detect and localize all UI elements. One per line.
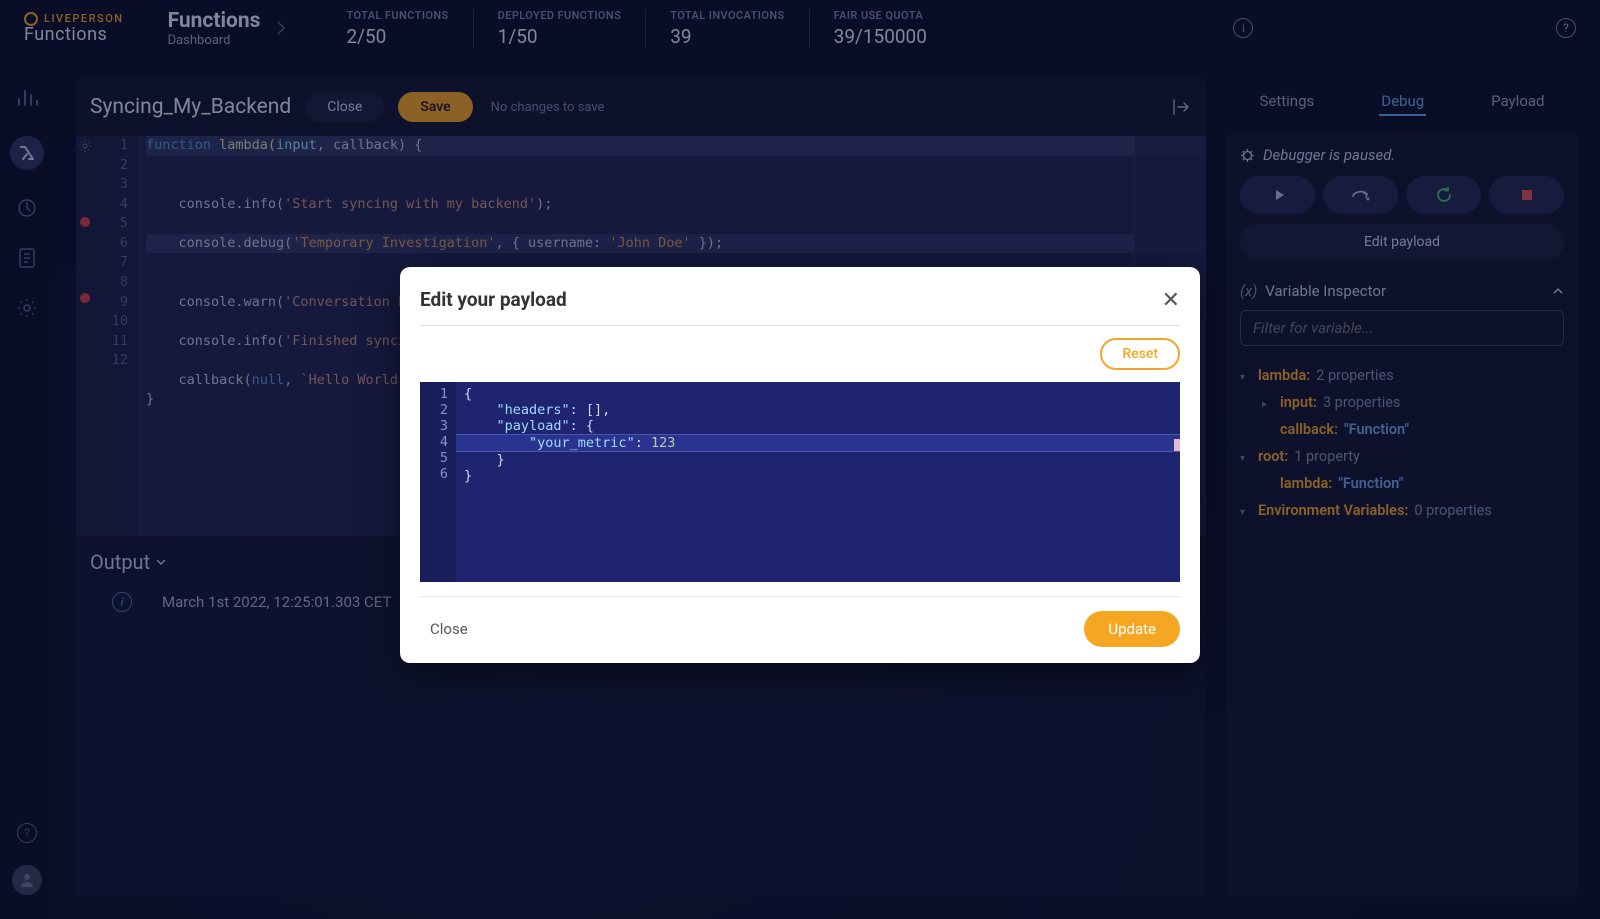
cursor-icon	[1174, 439, 1180, 451]
reset-button[interactable]: Reset	[1100, 338, 1180, 370]
modal-backdrop[interactable]: Edit your payload ✕ Reset 123456 { "head…	[0, 0, 1600, 919]
modal-close-icon[interactable]: ✕	[1162, 287, 1180, 313]
update-button[interactable]: Update	[1084, 611, 1180, 647]
payload-editor[interactable]: 123456 { "headers": [], "payload": { "yo…	[420, 382, 1180, 582]
modal-title: Edit your payload	[420, 288, 567, 311]
modal-close-button[interactable]: Close	[420, 614, 478, 644]
edit-payload-modal: Edit your payload ✕ Reset 123456 { "head…	[400, 267, 1200, 663]
